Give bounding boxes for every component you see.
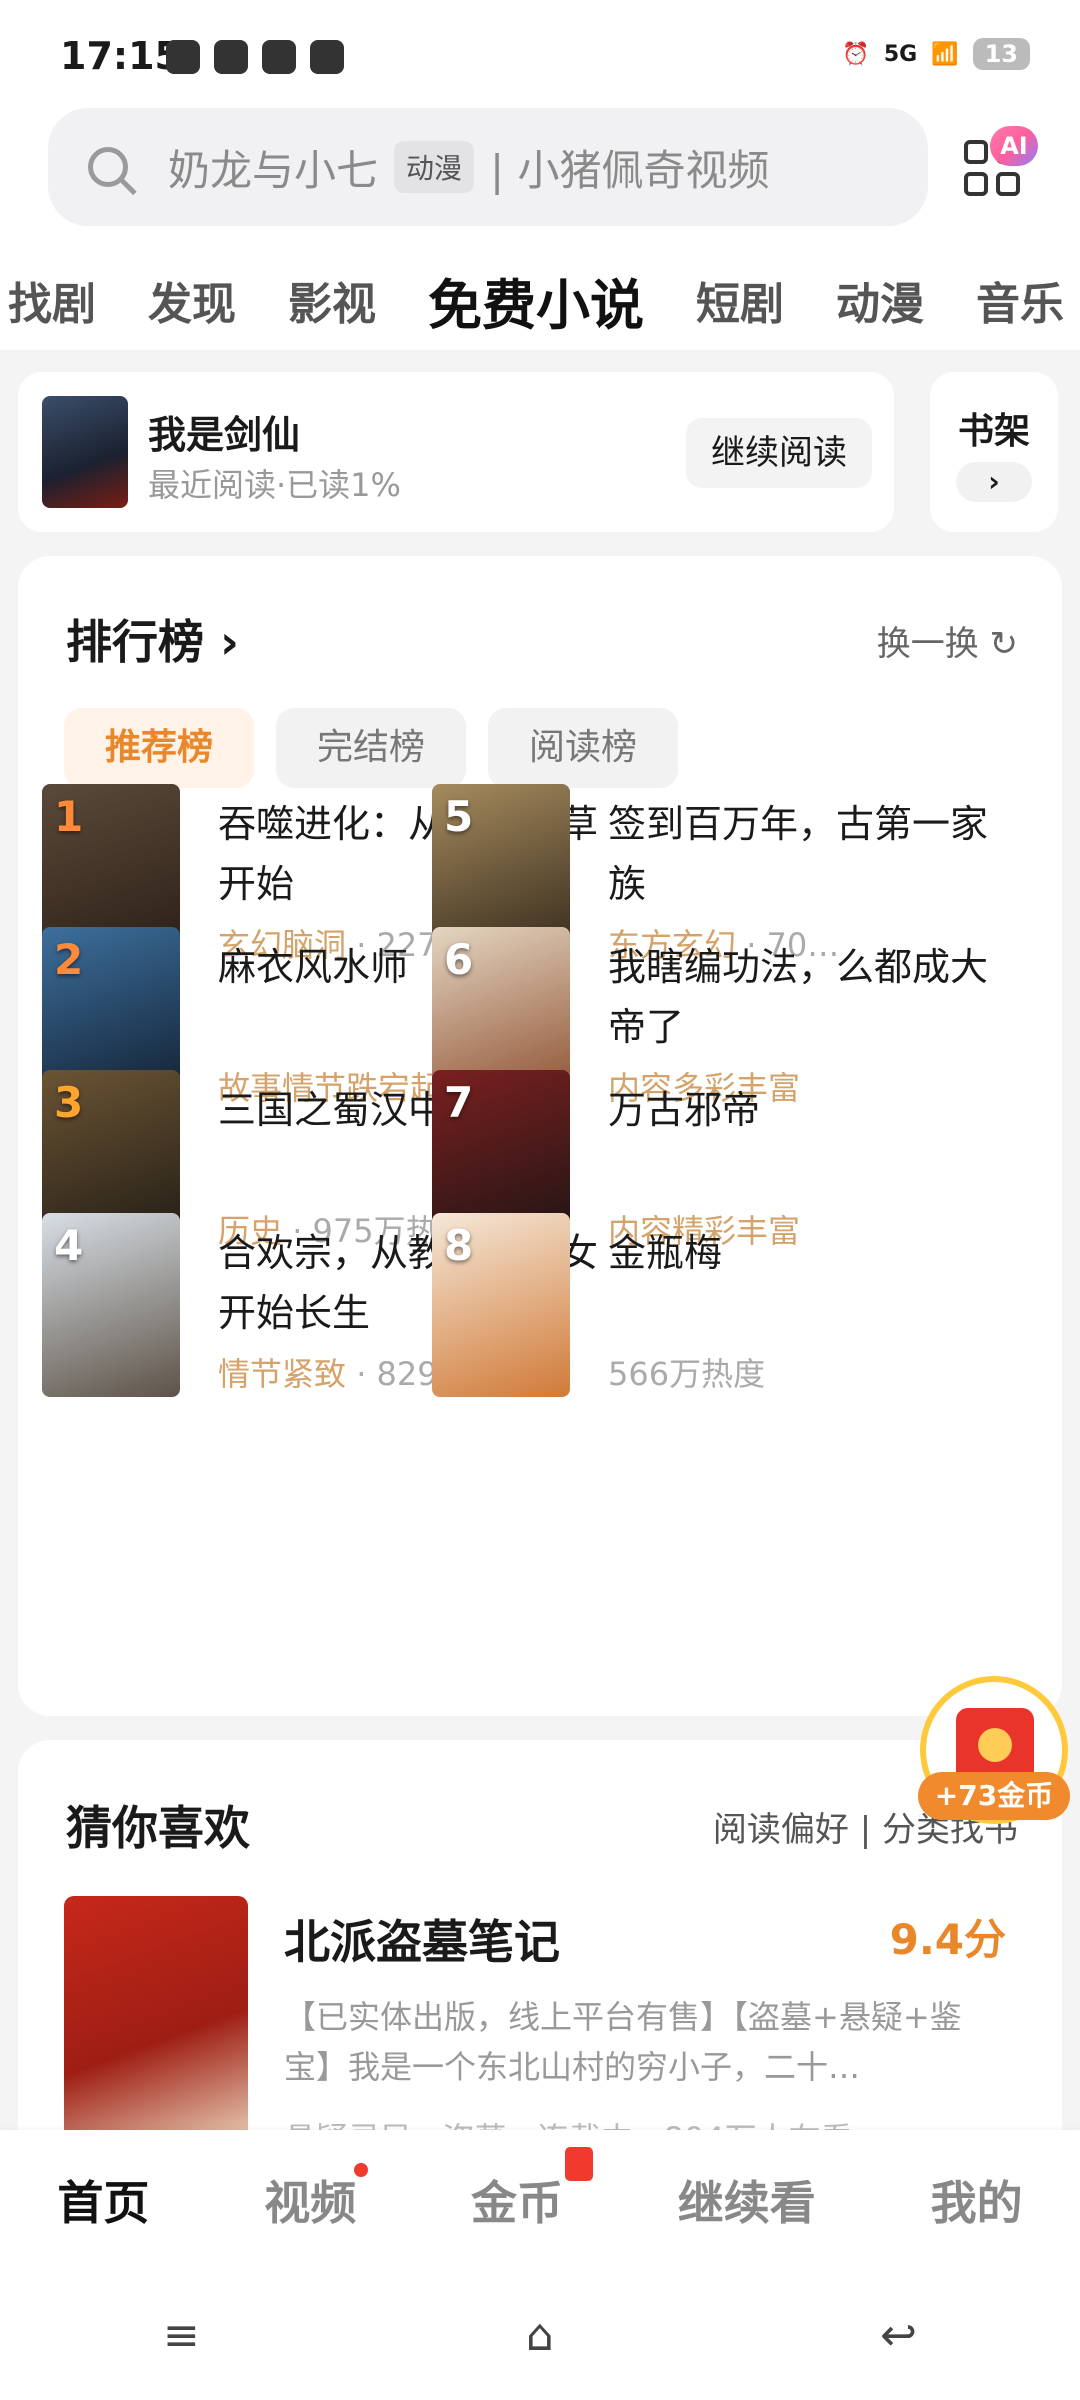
book-title: 万古邪帝 (608, 1088, 761, 1132)
search-hint: | 小猪佩奇视频 (490, 145, 770, 195)
app-icon (310, 40, 344, 74)
book-title: 金瓶梅 (608, 1231, 723, 1275)
rank-number: 8 (444, 1221, 474, 1270)
home-icon[interactable]: ⌂ (526, 2310, 554, 2361)
search-bar[interactable]: 奶龙与小七 动漫 | 小猪佩奇视频 (48, 108, 928, 226)
search-tag: 动漫 (394, 141, 475, 193)
book-genre: 情节紧致 (218, 1355, 347, 1393)
status-bar: 17:15 ⏰ 5G 📶 13 (0, 0, 1080, 100)
book-title[interactable]: 北派盗墓笔记 (284, 1906, 560, 1972)
nav-continue[interactable]: 继续看 (678, 2167, 816, 2233)
app-notify-icon (214, 40, 248, 74)
status-time: 17:15 (60, 34, 181, 78)
tab-free-novel[interactable]: 免费小说 (428, 261, 644, 340)
nav-video-label: 视频 (264, 2176, 357, 2230)
bottom-navigation: 首页 视频 金币 继续看 我的 (0, 2130, 1080, 2270)
ranking-book-item[interactable]: 8 金瓶梅 566万热度 (432, 1213, 1072, 1403)
search-query: 奶龙与小七 (168, 145, 379, 195)
continue-subtitle: 最近阅读·已读1% (148, 466, 401, 504)
chip-finished[interactable]: 完结榜 (276, 708, 466, 788)
rank-number: 6 (444, 935, 474, 984)
book-cover (42, 396, 128, 508)
book-meta: 566万热度 (608, 1349, 988, 1395)
tab-zhaoju[interactable]: 找剧 (8, 268, 96, 332)
guess-title: 猜你喜欢 (66, 1801, 250, 1855)
book-score: 9.4分 (889, 1915, 1006, 1964)
chip-reading[interactable]: 阅读榜 (488, 708, 678, 788)
tab-faxian[interactable]: 发现 (148, 268, 236, 332)
book-description: 【已实体出版，线上平台有售】【盗墓+悬疑+鉴宝】我是一个东北山村的穷小子，二十… (284, 1998, 962, 2086)
tab-music[interactable]: 音乐 (976, 268, 1064, 332)
chevron-right-icon: › (956, 462, 1032, 502)
nav-coins-label: 金币 (470, 2176, 563, 2230)
wifi-icon: 📶 (931, 41, 959, 67)
search-icon (88, 147, 128, 187)
bookshelf-label: 书架 (957, 411, 1030, 452)
book-cover: 4 (42, 1213, 180, 1397)
ranking-card: 排行榜 › 换一换 ↻ 推荐榜 完结榜 阅读榜 1 吞噬进化：从一株杂草开始 玄幻脑… (18, 556, 1062, 1716)
red-envelope-icon (564, 2147, 593, 2181)
app-header: 奶龙与小七 动漫 | 小猪佩奇视频 AI 找剧 发现 影视 免费小说 短剧 动漫… (0, 100, 1080, 350)
rank-number: 3 (54, 1078, 84, 1127)
weibo-icon (262, 40, 296, 74)
nav-home[interactable]: 首页 (57, 2167, 149, 2233)
ranking-title[interactable]: 排行榜 › (66, 606, 239, 672)
battery-indicator: 13 (972, 38, 1030, 70)
alarm-icon: ⏰ (842, 41, 870, 67)
notification-icons (166, 40, 344, 74)
continue-reading-card[interactable]: 我是剑仙 最近阅读·已读1% 继续阅读 (18, 372, 894, 532)
rank-number: 5 (444, 792, 474, 841)
network-label: 5G (883, 41, 918, 67)
menu-icon[interactable]: ≡ (163, 2310, 200, 2361)
book-cover[interactable] (64, 1896, 248, 2140)
book-title: 我瞎编功法，么都成大帝了 (608, 945, 989, 1049)
rank-number: 7 (444, 1078, 474, 1127)
tab-duanju[interactable]: 短剧 (696, 268, 784, 332)
notification-dot (354, 2163, 369, 2177)
rank-number: 4 (54, 1221, 84, 1270)
rank-number: 2 (54, 935, 84, 984)
book-heat: 566万热度 (608, 1355, 766, 1393)
rank-number: 1 (54, 792, 84, 841)
refresh-button[interactable]: 换一换 ↻ (877, 616, 1018, 665)
chip-recommend[interactable]: 推荐榜 (64, 708, 254, 788)
system-icons: ⏰ 5G 📶 13 (842, 38, 1030, 70)
nav-video[interactable]: 视频 (264, 2163, 369, 2233)
back-icon[interactable]: ↩ (880, 2310, 917, 2361)
continue-title: 我是剑仙 (148, 413, 301, 457)
bookshelf-button[interactable]: 书架 › (930, 372, 1058, 532)
nav-coins[interactable]: 金币 (470, 2147, 593, 2233)
system-navigation: ≡ ⌂ ↩ (0, 2270, 1080, 2400)
ranking-chips: 推荐榜 完结榜 阅读榜 (64, 708, 678, 788)
coin-reward-label[interactable]: +73金币 (918, 1772, 1070, 1820)
tab-yingshi[interactable]: 影视 (288, 268, 376, 332)
guess-you-like-section: 猜你喜欢 阅读偏好 | 分类找书 北派盗墓笔记 9.4分 【已实体出版，线上平台… (18, 1740, 1062, 2140)
ai-badge[interactable]: AI (990, 126, 1038, 166)
continue-reading-button[interactable]: 继续阅读 (686, 418, 872, 488)
wechat-icon (166, 40, 200, 74)
category-tabs: 找剧 发现 影视 免费小说 短剧 动漫 音乐 (0, 250, 1080, 350)
nav-mine[interactable]: 我的 (931, 2167, 1023, 2233)
tab-dongman[interactable]: 动漫 (836, 268, 924, 332)
book-cover: 8 (432, 1213, 570, 1397)
book-title: 签到百万年，古第一家族 (608, 802, 989, 906)
